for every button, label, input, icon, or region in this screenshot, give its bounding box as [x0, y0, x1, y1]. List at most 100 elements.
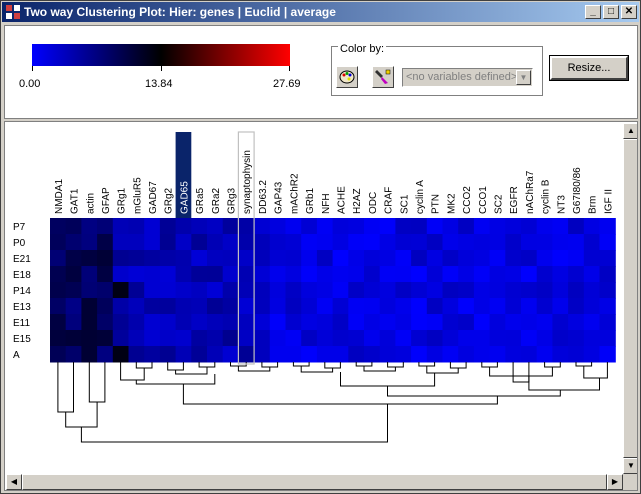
heatmap-cell-e15-grg2[interactable]: [159, 330, 177, 347]
row-label-p14[interactable]: P14: [13, 286, 31, 297]
heatmap-cell-p7-sc1[interactable]: [395, 218, 412, 235]
heatmap-cell-p0-cyclin-b[interactable]: [536, 234, 553, 251]
heatmap-cell-e13-nfh[interactable]: [316, 298, 334, 315]
column-label-nt3[interactable]: NT3: [556, 195, 567, 214]
column-label-cco1[interactable]: CCO1: [478, 186, 489, 214]
heatmap-cell-a-nfh[interactable]: [316, 346, 334, 363]
heatmap-cell-e11-cco1[interactable]: [473, 314, 491, 331]
column-label-grb1[interactable]: GRb1: [305, 187, 316, 214]
heatmap-cell-e18-synaptophysin[interactable]: [238, 266, 255, 283]
heatmap-cell-e15-cco1[interactable]: [473, 330, 491, 347]
heatmap-cell-p14-grg1[interactable]: [112, 282, 130, 299]
heatmap-cell-e11-gap43[interactable]: [269, 314, 287, 331]
heatmap-cell-e11-sc2[interactable]: [489, 314, 506, 331]
heatmap-cell-p7-synaptophysin[interactable]: [238, 218, 255, 235]
heatmap-cell-e18-mk2[interactable]: [442, 266, 459, 283]
heatmap-cell-p0-gra2[interactable]: [207, 234, 224, 251]
heatmap-cell-p0-synaptophysin[interactable]: [238, 234, 255, 251]
heatmap-cell-e15-ptn[interactable]: [426, 330, 444, 347]
heatmap-cell-e15-gra5[interactable]: [191, 330, 208, 347]
maximize-button[interactable]: □: [603, 5, 619, 19]
heatmap-cell-e15-nfh[interactable]: [316, 330, 334, 347]
heatmap-cell-e18-gfap[interactable]: [97, 266, 114, 283]
heatmap-cell-e13-gad65[interactable]: [175, 298, 192, 315]
heatmap-cell-p14-sc1[interactable]: [395, 282, 412, 299]
scroll-left-button[interactable]: ◀: [6, 474, 22, 490]
heatmap-cell-a-gad65[interactable]: [175, 346, 192, 363]
heatmap-cell-p7-ache[interactable]: [332, 218, 349, 235]
heatmap-cell-e11-synaptophysin[interactable]: [238, 314, 255, 331]
heatmap-cell-a-grb1[interactable]: [301, 346, 318, 363]
heatmap-cell-p0-cco1[interactable]: [473, 234, 491, 251]
heatmap-cell-e21-gad65[interactable]: [175, 250, 192, 267]
row-label-a[interactable]: A: [13, 350, 20, 361]
heatmap-cell-p7-egfr[interactable]: [505, 218, 522, 235]
heatmap-cell-e13-mk2[interactable]: [442, 298, 459, 315]
heatmap-cell-p0-actin[interactable]: [81, 234, 98, 251]
column-label-h2az[interactable]: H2AZ: [352, 188, 363, 214]
heatmap-cell-e15-actin[interactable]: [81, 330, 98, 347]
heatmap-cell-p0-grg1[interactable]: [112, 234, 130, 251]
heatmap-cell-e21-grg1[interactable]: [112, 250, 130, 267]
heatmap-cell-e11-craf[interactable]: [379, 314, 396, 331]
heatmap-cell-p14-grg2[interactable]: [159, 282, 177, 299]
heatmap-cell-p0-gfap[interactable]: [97, 234, 114, 251]
column-label-machr2[interactable]: mAChR2: [289, 173, 300, 214]
heatmap-cell-p14-nmda1[interactable]: [50, 282, 67, 299]
heatmap-cell-e13-mglur5[interactable]: [128, 298, 145, 315]
heatmap-cell-p14-brm[interactable]: [583, 282, 601, 299]
column-label-nachra7[interactable]: nAChRa7: [525, 170, 536, 214]
heatmap-cell-a-nt3[interactable]: [552, 346, 569, 363]
heatmap-cell-e11-gra5[interactable]: [191, 314, 208, 331]
column-label-brm[interactable]: Brm: [588, 196, 599, 214]
heatmap-cell-p14-ptn[interactable]: [426, 282, 444, 299]
heatmap-cell-e18-sc1[interactable]: [395, 266, 412, 283]
heatmap-cell-e13-sc1[interactable]: [395, 298, 412, 315]
row-label-e13[interactable]: E13: [13, 302, 31, 313]
heatmap-cell-e18-machr2[interactable]: [285, 266, 302, 283]
heatmap-cell-e21-gat1[interactable]: [65, 250, 82, 267]
heatmap-cell-e15-nachra7[interactable]: [521, 330, 538, 347]
heatmap-cell-a-egfr[interactable]: [505, 346, 522, 363]
column-label-gad67[interactable]: GAD67: [148, 181, 159, 214]
heatmap-cell-p0-mglur5[interactable]: [128, 234, 145, 251]
heatmap-cell-e11-grb1[interactable]: [301, 314, 318, 331]
heatmap-cell-e13-craf[interactable]: [379, 298, 396, 315]
heatmap-cell-e21-dd63-2[interactable]: [254, 250, 271, 267]
heatmap-cell-p7-gra2[interactable]: [207, 218, 224, 235]
heatmap-cell-a-nachra7[interactable]: [521, 346, 538, 363]
close-button[interactable]: ✕: [621, 5, 637, 19]
heatmap-cell-p14-gad65[interactable]: [175, 282, 192, 299]
heatmap-cell-e18-odc[interactable]: [364, 266, 381, 283]
heatmap-cell-p7-gad67[interactable]: [144, 218, 161, 235]
heatmap-cell-e13-g67i80-86[interactable]: [568, 298, 585, 315]
heatmap-cell-a-dd63-2[interactable]: [254, 346, 271, 363]
column-label-nfh[interactable]: NFH: [321, 193, 332, 214]
heatmap-cell-e21-cyclin-a[interactable]: [411, 250, 428, 267]
heatmap-cell-p7-nachra7[interactable]: [521, 218, 538, 235]
heatmap-cell-e18-grg2[interactable]: [159, 266, 177, 283]
scroll-right-button[interactable]: ▶: [607, 474, 623, 490]
column-label-gat1[interactable]: GAT1: [70, 188, 81, 214]
heatmap-cell-a-gat1[interactable]: [65, 346, 82, 363]
heatmap-cell-e11-grg3[interactable]: [222, 314, 239, 331]
heatmap-cell-e18-craf[interactable]: [379, 266, 396, 283]
heatmap-cell-e11-cco2[interactable]: [458, 314, 475, 331]
heatmap-cell-a-grg1[interactable]: [112, 346, 130, 363]
heatmap-cell-e21-igf-ii[interactable]: [599, 250, 616, 267]
heatmap-cell-e21-actin[interactable]: [81, 250, 98, 267]
heatmap-cell-p7-dd63-2[interactable]: [254, 218, 271, 235]
row-label-p7[interactable]: P7: [13, 222, 26, 233]
heatmap-cell-a-brm[interactable]: [583, 346, 601, 363]
heatmap-cell-e13-gra5[interactable]: [191, 298, 208, 315]
heatmap-cell-p0-nfh[interactable]: [316, 234, 334, 251]
heatmap-cell-a-ptn[interactable]: [426, 346, 444, 363]
heatmap-cell-e15-ache[interactable]: [332, 330, 349, 347]
heatmap-cell-e21-grb1[interactable]: [301, 250, 318, 267]
minimize-button[interactable]: _: [585, 5, 601, 19]
heatmap-cell-e15-mglur5[interactable]: [128, 330, 145, 347]
heatmap-cell-p0-sc2[interactable]: [489, 234, 506, 251]
heatmap-cell-p14-mk2[interactable]: [442, 282, 459, 299]
heatmap-cell-e21-cco1[interactable]: [473, 250, 491, 267]
heatmap-cell-a-mglur5[interactable]: [128, 346, 145, 363]
